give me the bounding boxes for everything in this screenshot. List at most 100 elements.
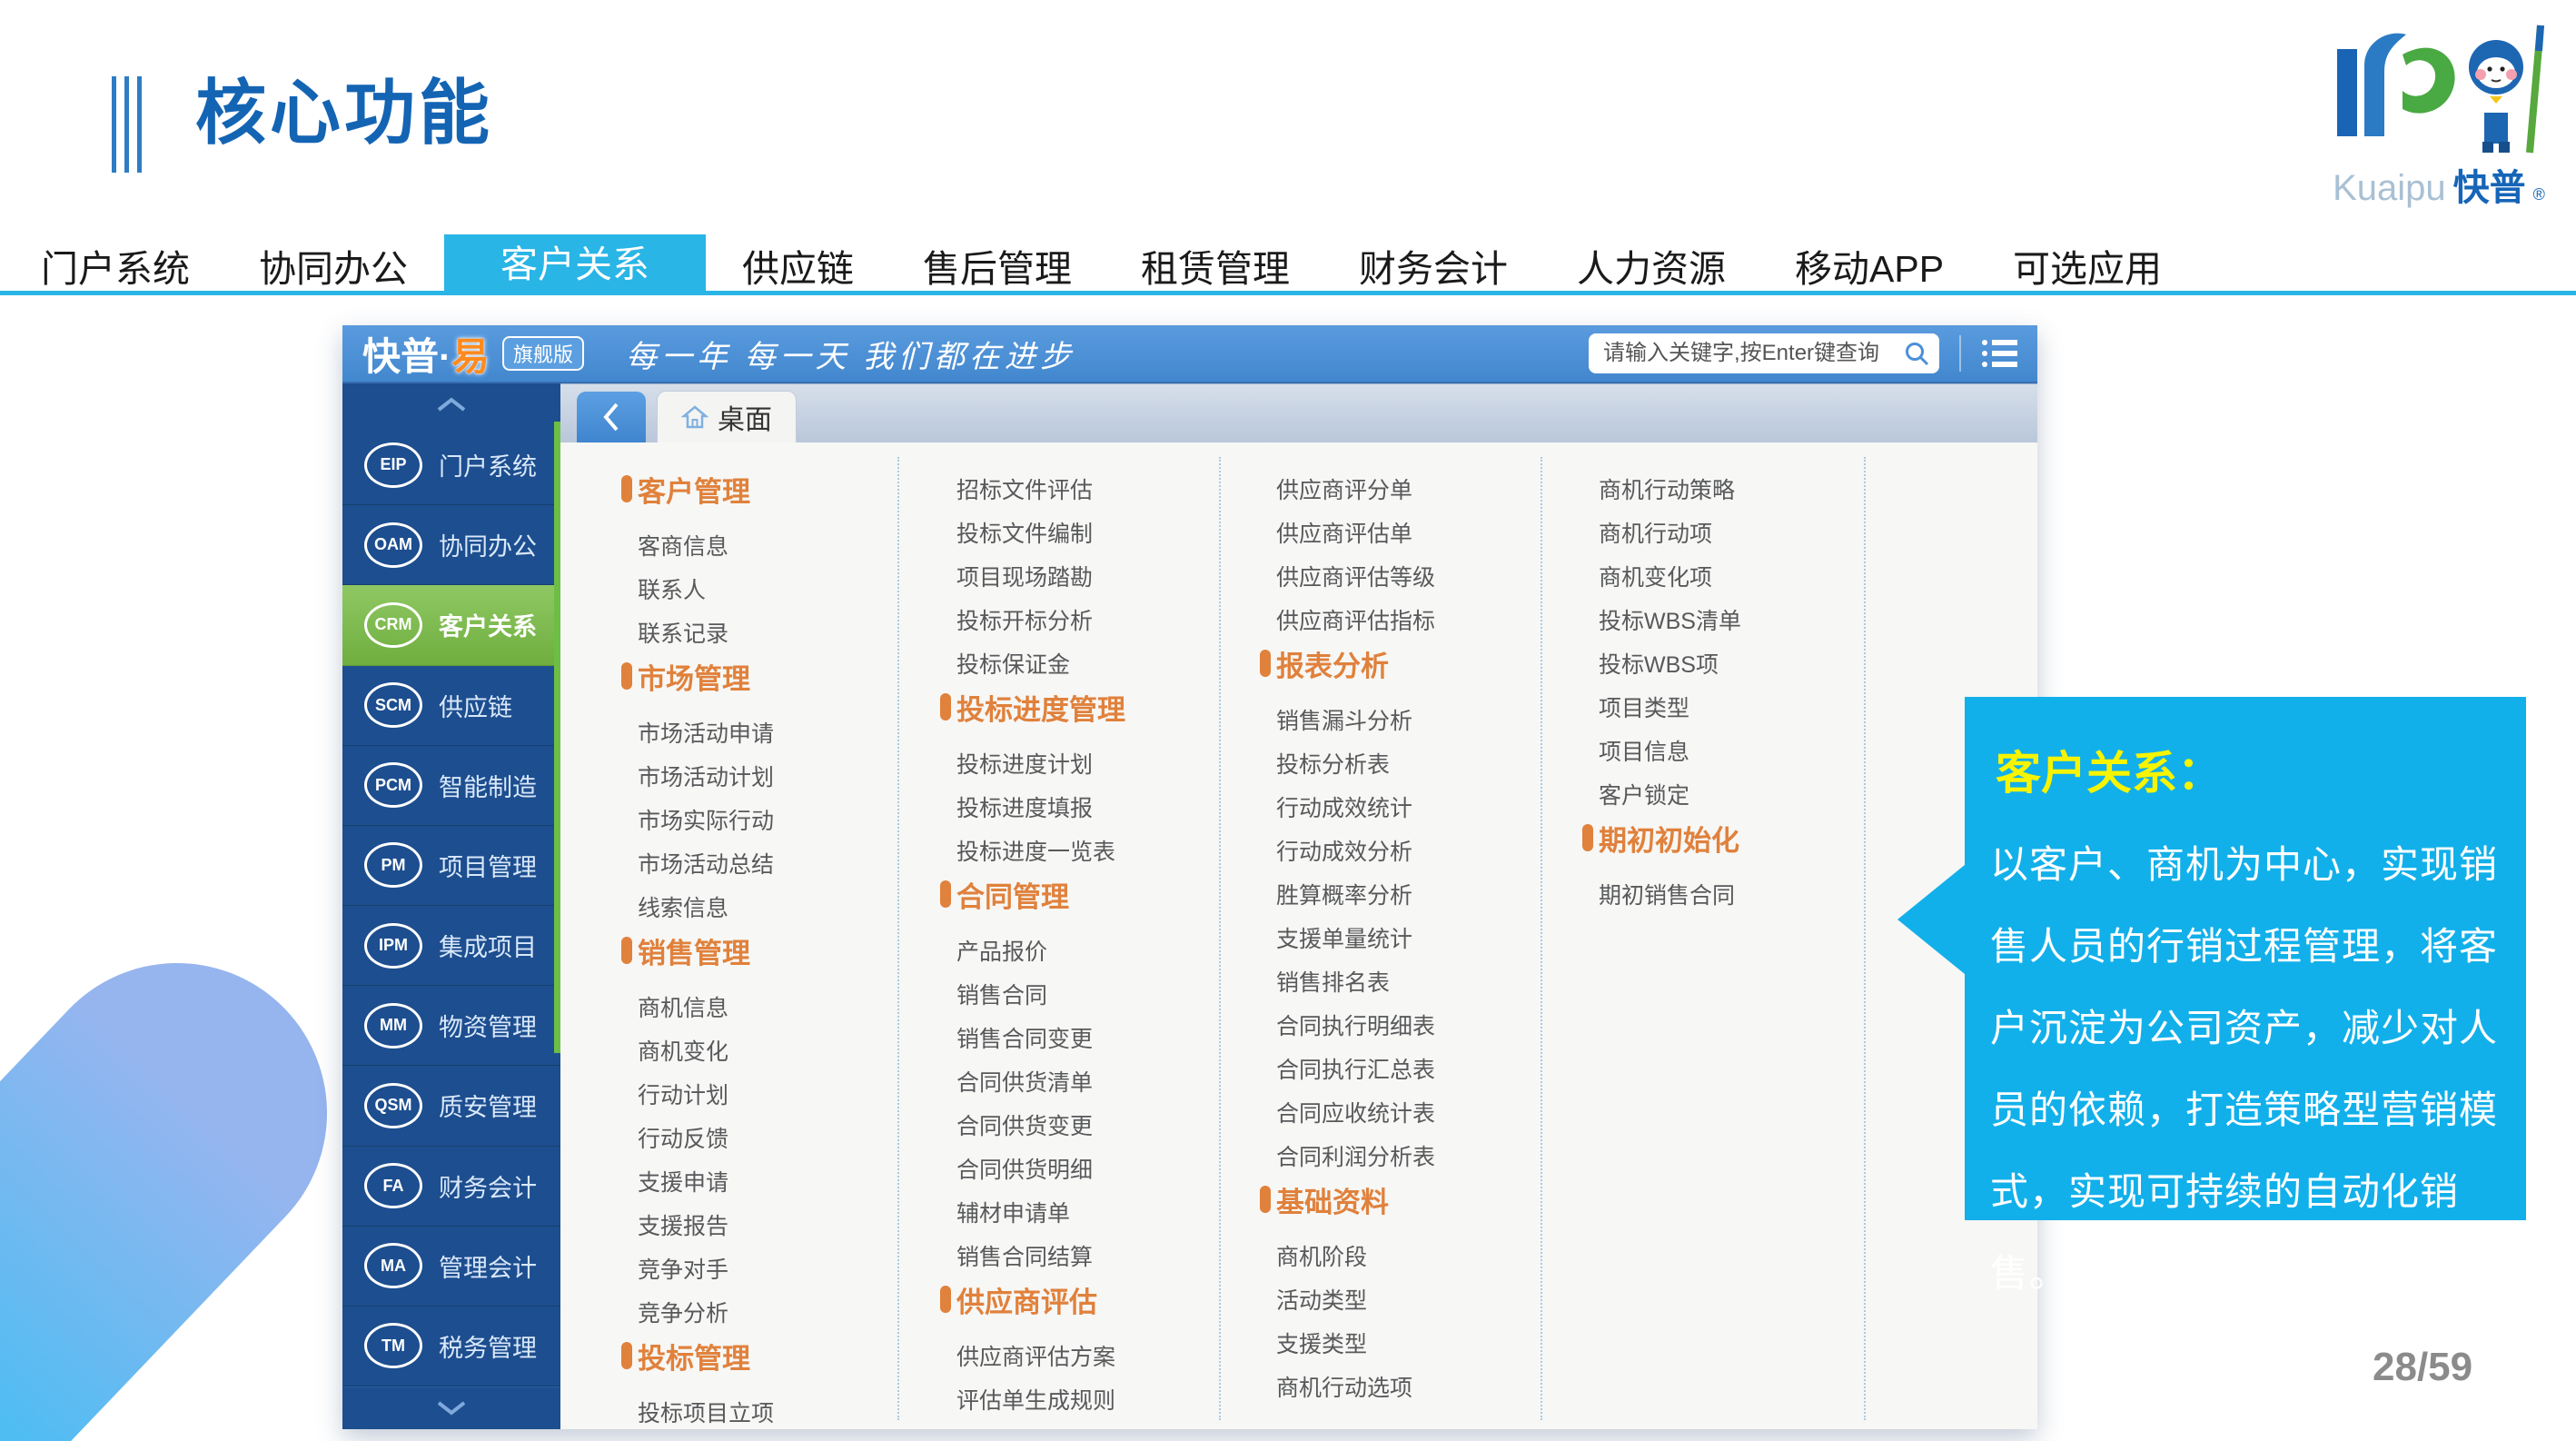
menu-item[interactable]: 投标WBS清单 [1582,598,1741,641]
menu-item[interactable]: 期初初始化 [1582,816,1741,860]
menu-item[interactable]: 行动成效统计 [1260,785,1435,829]
back-button[interactable] [577,392,646,442]
menu-item[interactable]: 支援报告 [621,1203,774,1247]
menu-item[interactable]: 销售漏斗分析 [1260,698,1435,741]
menu-item[interactable]: 供应商评估方案 [940,1334,1125,1377]
menu-item[interactable]: 支援申请 [621,1159,774,1203]
menu-item[interactable]: 商机行动策略 [1582,467,1741,511]
menu-item[interactable]: 销售合同结算 [940,1234,1125,1277]
menu-item[interactable]: 销售合同 [940,972,1125,1016]
menu-list-icon[interactable] [1981,338,2017,369]
tab-desktop[interactable]: 桌面 [657,391,797,442]
menu-item[interactable]: 合同供货清单 [940,1059,1125,1103]
menu-item[interactable]: 供应商评估单 [1260,511,1435,554]
menu-item[interactable]: 投标WBS项 [1582,641,1741,685]
module-tab[interactable]: 售后管理 [923,238,1072,293]
menu-item[interactable]: 销售排名表 [1260,959,1435,1003]
menu-item[interactable]: 商机变化项 [1582,554,1741,598]
menu-item[interactable]: 合同执行明细表 [1260,1003,1435,1047]
menu-item[interactable]: 支援类型 [1260,1321,1435,1365]
sidebar-item[interactable]: MM 物资管理 [342,986,560,1066]
menu-item[interactable]: 期初销售合同 [1582,872,1741,916]
menu-item[interactable]: 项目信息 [1582,729,1741,772]
menu-item[interactable]: 销售管理 [621,929,774,972]
sidebar-item[interactable]: IPM 集成项目 [342,906,560,986]
menu-item[interactable]: 行动成效分析 [1260,829,1435,872]
menu-item[interactable]: 合同应收统计表 [1260,1090,1435,1134]
menu-item[interactable]: 支援单量统计 [1260,916,1435,959]
menu-item[interactable]: 项目类型 [1582,685,1741,729]
menu-item[interactable]: 报表分析 [1260,641,1435,685]
menu-item[interactable]: 基础资料 [1260,1178,1435,1221]
menu-item[interactable]: 行动反馈 [621,1116,774,1159]
menu-item[interactable]: 客户管理 [621,467,774,511]
module-tab[interactable]: 客户关系 [444,234,706,295]
menu-item[interactable]: 客商信息 [621,523,774,567]
menu-item[interactable]: 联系人 [621,567,774,611]
menu-item[interactable]: 供应商评估等级 [1260,554,1435,598]
menu-item[interactable]: 投标进度填报 [940,785,1125,829]
sidebar-scroll-down[interactable] [342,1386,560,1429]
module-tab[interactable]: 协同办公 [259,238,408,293]
sidebar-scroll-up[interactable] [342,383,560,425]
menu-item[interactable]: 合同利润分析表 [1260,1134,1435,1178]
sidebar-item[interactable]: PCM 智能制造 [342,746,560,826]
menu-item[interactable]: 联系记录 [621,611,774,654]
sidebar-item[interactable]: SCM 供应链 [342,666,560,746]
menu-item[interactable]: 商机变化 [621,1029,774,1072]
module-tab[interactable]: 供应链 [742,238,854,293]
menu-item[interactable]: 商机信息 [621,985,774,1029]
menu-item[interactable]: 合同供货明细 [940,1147,1125,1190]
menu-item[interactable]: 市场活动总结 [621,841,774,885]
menu-item[interactable]: 市场管理 [621,654,774,698]
menu-item[interactable]: 市场活动计划 [621,754,774,798]
search-input[interactable] [1601,340,1903,367]
sidebar-item[interactable]: CRM 客户关系 [342,585,560,665]
menu-item[interactable]: 合同执行汇总表 [1260,1047,1435,1090]
menu-item[interactable]: 胜算概率分析 [1260,872,1435,916]
menu-item[interactable]: 投标进度计划 [940,741,1125,785]
module-tab[interactable]: 可选应用 [2013,238,2162,293]
menu-item[interactable]: 市场活动申请 [621,711,774,754]
module-tab[interactable]: 财务会计 [1359,238,1508,293]
menu-item[interactable]: 行动计划 [621,1072,774,1116]
menu-item[interactable]: 商机行动选项 [1260,1365,1435,1408]
search-icon[interactable] [1903,340,1930,367]
module-tab[interactable]: 移动APP [1795,238,1944,293]
menu-item[interactable]: 投标项目立项 [621,1390,774,1434]
sidebar-item[interactable]: PM 项目管理 [342,826,560,906]
sidebar-item[interactable]: MA 管理会计 [342,1227,560,1307]
menu-item[interactable]: 投标开标分析 [940,598,1125,641]
menu-item[interactable]: 投标管理 [621,1334,774,1377]
menu-item[interactable]: 商机阶段 [1260,1234,1435,1277]
sidebar-item[interactable]: QSM 质安管理 [342,1066,560,1146]
menu-item[interactable]: 评估单生成规则 [940,1377,1125,1421]
menu-item[interactable]: 投标进度管理 [940,685,1125,729]
menu-item[interactable]: 市场实际行动 [621,798,774,841]
sidebar-item[interactable]: TM 税务管理 [342,1307,560,1386]
menu-item[interactable]: 客户锁定 [1582,772,1741,816]
menu-item[interactable]: 合同管理 [940,872,1125,916]
menu-item[interactable]: 投标分析表 [1260,741,1435,785]
menu-item[interactable]: 线索信息 [621,885,774,929]
module-tab[interactable]: 门户系统 [41,238,190,293]
menu-item[interactable]: 供应商评估 [940,1277,1125,1321]
menu-item[interactable]: 合同供货变更 [940,1103,1125,1147]
module-tab[interactable]: 租赁管理 [1141,238,1290,293]
menu-item[interactable]: 供应商评分单 [1260,467,1435,511]
sidebar-item[interactable]: OAM 协同办公 [342,505,560,585]
menu-item[interactable]: 销售合同变更 [940,1016,1125,1059]
menu-item[interactable]: 项目现场踏勘 [940,554,1125,598]
menu-item[interactable]: 竞争对手 [621,1247,774,1290]
sidebar-item[interactable]: FA 财务会计 [342,1147,560,1227]
module-tab[interactable]: 人力资源 [1577,238,1726,293]
menu-item[interactable]: 投标保证金 [940,641,1125,685]
sidebar-item[interactable]: EIP 门户系统 [342,425,560,505]
menu-item[interactable]: 辅材申请单 [940,1190,1125,1234]
menu-item[interactable]: 活动类型 [1260,1277,1435,1321]
menu-item[interactable]: 产品报价 [940,929,1125,972]
menu-item[interactable]: 商机行动项 [1582,511,1741,554]
menu-item[interactable]: 投标文件编制 [940,511,1125,554]
menu-item[interactable]: 招标文件评估 [940,467,1125,511]
menu-item[interactable]: 竞争分析 [621,1290,774,1334]
